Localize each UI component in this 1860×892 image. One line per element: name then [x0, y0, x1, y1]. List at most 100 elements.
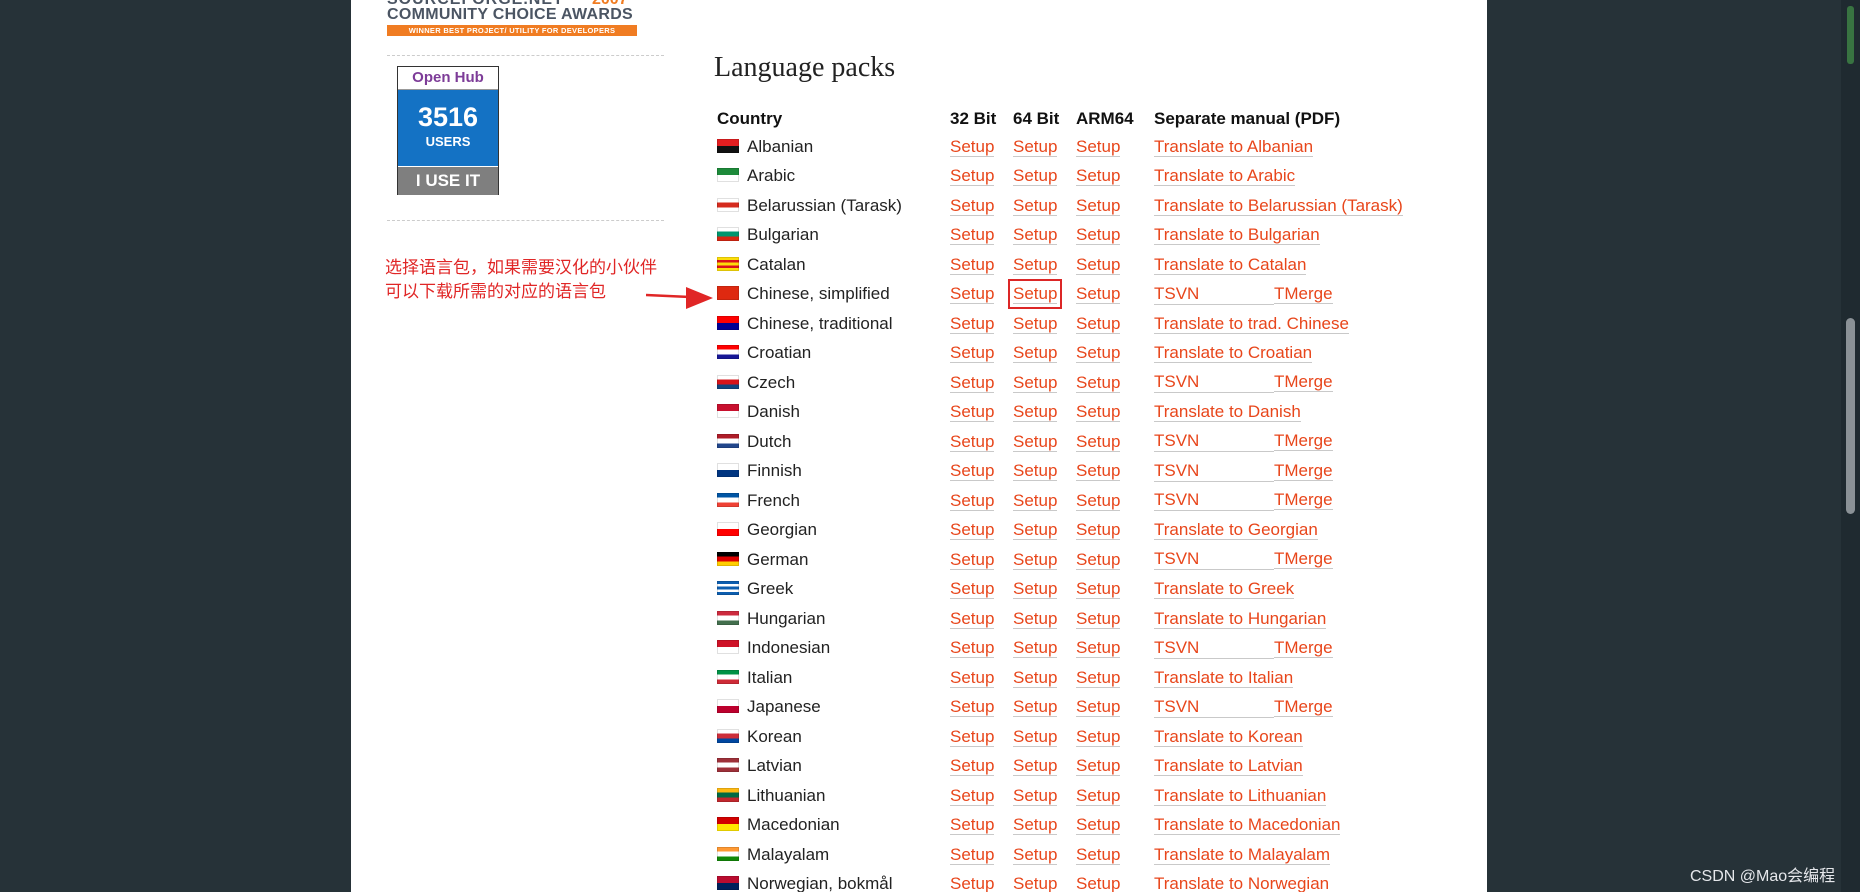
setup-arm64-link[interactable]: Setup — [1076, 343, 1121, 364]
translate-link[interactable]: Translate to Danish — [1154, 402, 1301, 423]
setup-32bit-link[interactable]: Setup — [950, 402, 995, 423]
setup-64bit-link[interactable]: Setup — [1013, 874, 1058, 892]
setup-arm64-link[interactable]: Setup — [1076, 785, 1121, 806]
setup-32bit-link[interactable]: Setup — [950, 313, 995, 334]
translate-link[interactable]: Translate to Belarussian (Tarask) — [1154, 195, 1403, 216]
setup-32bit-link[interactable]: Setup — [950, 372, 995, 393]
setup-arm64-link[interactable]: Setup — [1076, 166, 1121, 187]
setup-32bit-link[interactable]: Setup — [950, 431, 995, 452]
setup-arm64-link[interactable]: Setup — [1076, 372, 1121, 393]
setup-64bit-link[interactable]: Setup — [1013, 313, 1058, 334]
setup-64bit-link[interactable]: Setup — [1013, 195, 1058, 216]
setup-64bit-link[interactable]: Setup — [1013, 697, 1058, 718]
tsvn-manual-link[interactable]: TSVN — [1154, 697, 1274, 718]
setup-32bit-link[interactable]: Setup — [950, 490, 995, 511]
setup-32bit-link[interactable]: Setup — [950, 136, 995, 157]
setup-32bit-link[interactable]: Setup — [950, 549, 995, 570]
tmerge-manual-link[interactable]: TMerge — [1274, 372, 1333, 393]
setup-64bit-link[interactable]: Setup — [1013, 431, 1058, 452]
setup-32bit-link[interactable]: Setup — [950, 579, 995, 600]
setup-64bit-link[interactable]: Setup — [1013, 343, 1058, 364]
setup-32bit-link[interactable]: Setup — [950, 726, 995, 747]
page-scrollbar[interactable] — [1841, 0, 1860, 892]
setup-arm64-link[interactable]: Setup — [1076, 402, 1121, 423]
setup-arm64-link[interactable]: Setup — [1076, 254, 1121, 275]
setup-arm64-link[interactable]: Setup — [1076, 815, 1121, 836]
setup-arm64-link[interactable]: Setup — [1076, 697, 1121, 718]
translate-link[interactable]: Translate to Lithuanian — [1154, 785, 1327, 806]
setup-64bit-link[interactable]: Setup — [1013, 844, 1058, 865]
tmerge-manual-link[interactable]: TMerge — [1274, 431, 1333, 452]
setup-32bit-link[interactable]: Setup — [950, 225, 995, 246]
tsvn-manual-link[interactable]: TSVN — [1154, 284, 1274, 305]
tmerge-manual-link[interactable]: TMerge — [1274, 696, 1333, 717]
setup-arm64-link[interactable]: Setup — [1076, 726, 1121, 747]
setup-arm64-link[interactable]: Setup — [1076, 844, 1121, 865]
setup-arm64-link[interactable]: Setup — [1076, 225, 1121, 246]
setup-64bit-link[interactable]: Setup — [1013, 815, 1058, 836]
translate-link[interactable]: Translate to Croatian — [1154, 343, 1313, 364]
tmerge-manual-link[interactable]: TMerge — [1274, 490, 1333, 511]
setup-32bit-link[interactable]: Setup — [950, 815, 995, 836]
setup-64bit-link[interactable]: Setup — [1013, 461, 1058, 482]
setup-64bit-link[interactable]: Setup — [1007, 279, 1063, 310]
setup-32bit-link[interactable]: Setup — [950, 166, 995, 187]
setup-32bit-link[interactable]: Setup — [950, 697, 995, 718]
scrollbar-thumb[interactable] — [1846, 318, 1855, 514]
translate-link[interactable]: Translate to Georgian — [1154, 520, 1318, 541]
setup-64bit-link[interactable]: Setup — [1013, 166, 1058, 187]
translate-link[interactable]: Translate to Korean — [1154, 726, 1303, 747]
setup-64bit-link[interactable]: Setup — [1013, 638, 1058, 659]
setup-64bit-link[interactable]: Setup — [1013, 402, 1058, 423]
setup-arm64-link[interactable]: Setup — [1076, 313, 1121, 334]
translate-link[interactable]: Translate to Arabic — [1154, 166, 1296, 187]
setup-32bit-link[interactable]: Setup — [950, 874, 995, 892]
translate-link[interactable]: Translate to Malayalam — [1154, 844, 1331, 865]
translate-link[interactable]: Translate to Greek — [1154, 579, 1295, 600]
translate-link[interactable]: Translate to Macedonian — [1154, 815, 1341, 836]
translate-link[interactable]: Translate to trad. Chinese — [1154, 313, 1349, 334]
tmerge-manual-link[interactable]: TMerge — [1274, 283, 1333, 304]
setup-arm64-link[interactable]: Setup — [1076, 490, 1121, 511]
setup-32bit-link[interactable]: Setup — [950, 667, 995, 688]
setup-32bit-link[interactable]: Setup — [950, 254, 995, 275]
tsvn-manual-link[interactable]: TSVN — [1154, 372, 1274, 394]
setup-32bit-link[interactable]: Setup — [950, 608, 995, 629]
sourceforge-award-logo[interactable]: SOURCEFORGE.NET 2007 COMMUNITY CHOICE AW… — [387, 0, 637, 40]
setup-arm64-link[interactable]: Setup — [1076, 520, 1121, 541]
setup-arm64-link[interactable]: Setup — [1076, 756, 1121, 777]
setup-arm64-link[interactable]: Setup — [1076, 136, 1121, 157]
setup-arm64-link[interactable]: Setup — [1076, 461, 1121, 482]
tsvn-manual-link[interactable]: TSVN — [1154, 431, 1274, 453]
i-use-it-button[interactable]: I USE IT — [398, 166, 498, 195]
tsvn-manual-link[interactable]: TSVN — [1154, 461, 1274, 482]
setup-arm64-link[interactable]: Setup — [1076, 549, 1121, 570]
translate-link[interactable]: Translate to Hungarian — [1154, 608, 1327, 629]
setup-32bit-link[interactable]: Setup — [950, 343, 995, 364]
translate-link[interactable]: Translate to Norwegian — [1154, 874, 1330, 892]
setup-32bit-link[interactable]: Setup — [950, 785, 995, 806]
tsvn-manual-link[interactable]: TSVN — [1154, 490, 1274, 512]
translate-link[interactable]: Translate to Albanian — [1154, 136, 1314, 157]
setup-arm64-link[interactable]: Setup — [1076, 195, 1121, 216]
setup-arm64-link[interactable]: Setup — [1076, 608, 1121, 629]
setup-arm64-link[interactable]: Setup — [1076, 431, 1121, 452]
setup-64bit-link[interactable]: Setup — [1013, 372, 1058, 393]
setup-64bit-link[interactable]: Setup — [1013, 490, 1058, 511]
setup-64bit-link[interactable]: Setup — [1013, 608, 1058, 629]
setup-64bit-link[interactable]: Setup — [1013, 785, 1058, 806]
setup-64bit-link[interactable]: Setup — [1013, 225, 1058, 246]
tsvn-manual-link[interactable]: TSVN — [1154, 549, 1274, 571]
setup-arm64-link[interactable]: Setup — [1076, 638, 1121, 659]
translate-link[interactable]: Translate to Latvian — [1154, 756, 1303, 777]
setup-64bit-link[interactable]: Setup — [1013, 520, 1058, 541]
setup-64bit-link[interactable]: Setup — [1013, 756, 1058, 777]
setup-64bit-link[interactable]: Setup — [1013, 549, 1058, 570]
tmerge-manual-link[interactable]: TMerge — [1274, 460, 1333, 481]
setup-64bit-link[interactable]: Setup — [1013, 254, 1058, 275]
translate-link[interactable]: Translate to Bulgarian — [1154, 225, 1320, 246]
translate-link[interactable]: Translate to Italian — [1154, 667, 1294, 688]
setup-64bit-link[interactable]: Setup — [1013, 136, 1058, 157]
setup-arm64-link[interactable]: Setup — [1076, 667, 1121, 688]
setup-32bit-link[interactable]: Setup — [950, 756, 995, 777]
